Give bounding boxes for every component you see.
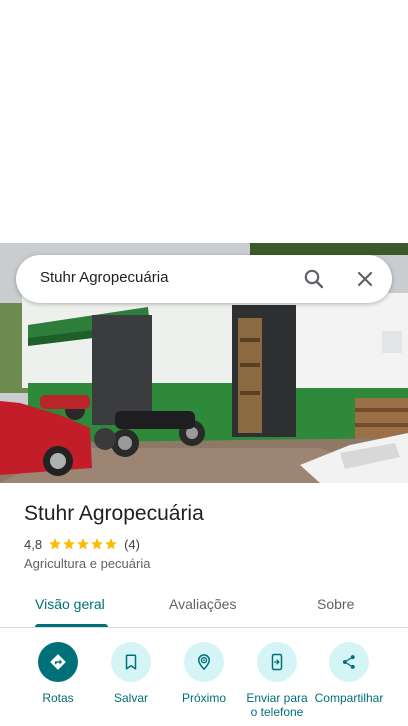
- search-bar[interactable]: Stuhr Agropecuária: [16, 255, 392, 303]
- share-label: Compartilhar: [314, 691, 384, 705]
- bookmark-icon: [125, 654, 137, 670]
- place-category: Agricultura e pecuária: [24, 556, 151, 571]
- star-icon: [77, 538, 89, 550]
- search-icon[interactable]: [302, 267, 326, 291]
- star-rating: [48, 537, 118, 551]
- save-button[interactable]: Salvar: [91, 642, 171, 705]
- send-to-phone-icon: [271, 653, 283, 671]
- tab-reviews[interactable]: Avaliações: [169, 596, 236, 612]
- nearby-button[interactable]: Próximo: [164, 642, 244, 705]
- star-icon: [63, 538, 75, 550]
- map-blank-area: [0, 0, 408, 243]
- tab-about[interactable]: Sobre: [317, 596, 354, 612]
- share-button[interactable]: Compartilhar: [309, 642, 389, 705]
- rating-row[interactable]: 4,8 (4): [24, 536, 140, 552]
- active-tab-indicator: [35, 624, 108, 627]
- rating-value: 4,8: [24, 536, 43, 552]
- nearby-icon: [197, 654, 211, 671]
- send-to-phone-label: Enviar para o telefone: [246, 691, 308, 719]
- close-icon[interactable]: [353, 267, 377, 291]
- star-icon: [49, 538, 61, 550]
- action-bar: Rotas Salvar Próximo Enviar para o telef…: [0, 640, 408, 726]
- place-tabs: Visão geral Avaliações Sobre: [0, 584, 408, 628]
- directions-label: Rotas: [42, 691, 74, 705]
- tab-overview[interactable]: Visão geral: [35, 596, 105, 612]
- review-count[interactable]: (4): [124, 537, 140, 552]
- search-input[interactable]: Stuhr Agropecuária: [40, 269, 168, 286]
- save-label: Salvar: [113, 691, 148, 705]
- star-icon: [105, 538, 117, 550]
- send-to-phone-button[interactable]: Enviar para o telefone: [237, 642, 317, 719]
- nearby-label: Próximo: [181, 691, 226, 705]
- directions-button[interactable]: Rotas: [18, 642, 98, 705]
- share-icon: [342, 655, 355, 669]
- star-icon: [91, 538, 103, 550]
- directions-icon: [50, 654, 66, 670]
- place-title: Stuhr Agropecuária: [24, 502, 204, 525]
